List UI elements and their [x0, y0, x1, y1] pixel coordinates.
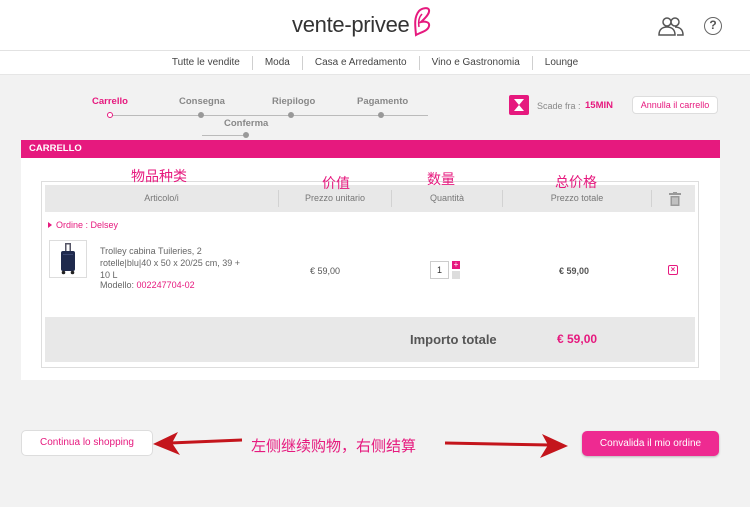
- column-header-quantity: Quantità: [429, 193, 465, 203]
- hourglass-icon: [509, 95, 529, 115]
- total-bar: Importo totale € 59,00: [45, 317, 695, 362]
- step-dot-confirmation: [243, 132, 249, 138]
- annotation-footer: 左侧继续购物，右侧结算: [251, 438, 417, 455]
- step-dot-cart: [107, 112, 113, 118]
- timer-value: 15MIN: [585, 100, 613, 111]
- header: vente-privee ?: [0, 0, 750, 51]
- annotation-category: 物品种类: [131, 168, 187, 184]
- table-header: Articolo/i Prezzo unitario Quantità Prez…: [45, 185, 695, 212]
- step-dot-summary: [288, 112, 294, 118]
- help-icon[interactable]: ?: [704, 17, 722, 35]
- butterfly-icon: [414, 7, 431, 37]
- annotation-quantity: 数量: [427, 171, 455, 187]
- model-code: 002247704-02: [136, 280, 195, 290]
- nav-item-wine[interactable]: Vino e Gastronomia: [420, 56, 532, 70]
- product-name[interactable]: Trolley cabina Tuileries, 2 rotelle|blu|…: [100, 245, 250, 281]
- annotation-price: 价值: [322, 175, 350, 191]
- total-amount-value: € 59,00: [557, 332, 598, 346]
- quantity-field[interactable]: 1: [430, 261, 449, 279]
- nav-item-lounge[interactable]: Lounge: [533, 56, 590, 70]
- total-amount-label: Importo totale: [410, 332, 497, 347]
- nav-item-all-sales[interactable]: Tutte le vendite: [160, 56, 252, 70]
- step-summary: Riepilogo: [272, 96, 316, 107]
- continue-shopping-button[interactable]: Continua lo shopping: [21, 430, 153, 456]
- logo-text: vente-privee: [292, 12, 410, 37]
- column-header-articles: Articolo/i: [144, 193, 179, 203]
- step-dot-payment: [378, 112, 384, 118]
- step-delivery: Consegna: [179, 96, 225, 107]
- cart-title: CARRELLO: [21, 140, 720, 158]
- order-brand-label[interactable]: Ordine : Delsey: [48, 220, 118, 230]
- logo[interactable]: vente-privee: [292, 7, 432, 43]
- quantity-decrease-button[interactable]: [452, 271, 460, 279]
- step-track-confirm: [202, 135, 246, 136]
- account-icon[interactable]: [658, 16, 684, 36]
- product-thumbnail[interactable]: [49, 240, 87, 278]
- step-cart: Carrello: [92, 96, 128, 107]
- quantity-increase-button[interactable]: +: [452, 261, 460, 269]
- trash-icon[interactable]: [669, 192, 681, 206]
- nav-item-home[interactable]: Casa e Arredamento: [303, 56, 419, 70]
- validate-order-button[interactable]: Convalida il mio ordine: [582, 431, 719, 456]
- checkout-steps: Carrello Consegna Riepilogo Pagamento Co…: [90, 92, 450, 142]
- suitcase-image: [61, 243, 75, 275]
- column-divider: [651, 190, 652, 207]
- step-dot-delivery: [198, 112, 204, 118]
- cart-panel: CARRELLO Articolo/i Prezzo unitario Quan…: [21, 140, 720, 380]
- step-confirmation: Conferma: [224, 118, 269, 129]
- cart-table: Articolo/i Prezzo unitario Quantità Prez…: [41, 181, 699, 368]
- remove-item-icon[interactable]: ×: [668, 265, 678, 275]
- nav-item-fashion[interactable]: Moda: [253, 56, 302, 70]
- cancel-cart-button[interactable]: Annulla il carrello: [632, 96, 718, 114]
- step-payment: Pagamento: [357, 96, 409, 107]
- line-total-price: € 59,00: [559, 266, 590, 276]
- main-nav: Tutte le vendite Moda Casa e Arredamento…: [0, 51, 750, 75]
- order-brand-text: Ordine : Delsey: [56, 220, 119, 230]
- timer-label: Scade fra :: [537, 101, 581, 111]
- annotation-total: 总价格: [555, 174, 597, 190]
- caret-right-icon: [48, 222, 52, 228]
- unit-price: € 59,00: [310, 266, 341, 276]
- product-model: Modello: 002247704-02: [100, 280, 195, 290]
- model-label: Modello:: [100, 280, 135, 290]
